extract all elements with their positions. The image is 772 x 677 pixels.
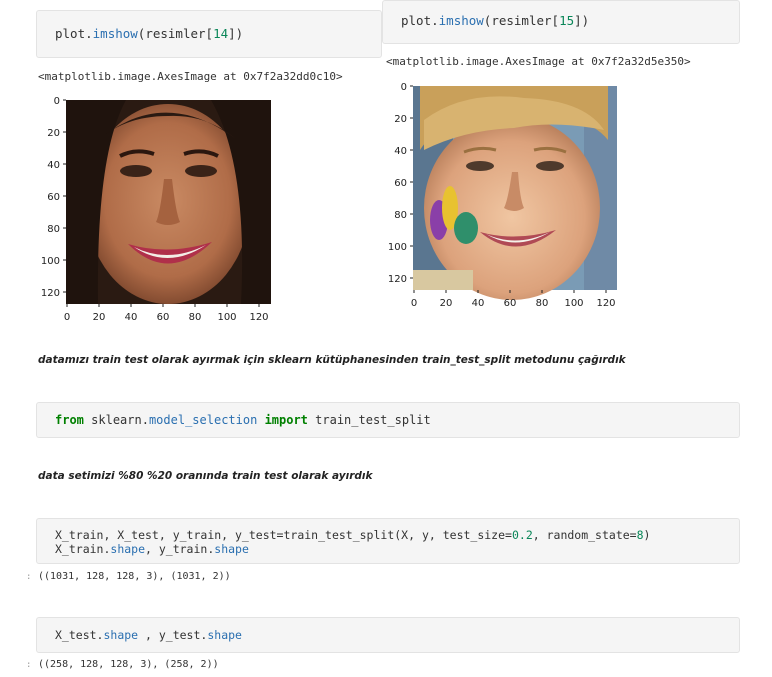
y-tick-label: 120 <box>41 288 60 299</box>
x-tick-label: 0 <box>64 312 70 323</box>
code-token: model_selection <box>148 413 258 427</box>
y-tick-label: 60 <box>47 192 60 203</box>
code-token: import <box>264 413 308 427</box>
code-line: X_test.shape , y_test.shape <box>55 628 242 642</box>
x-axis-left: 0 20 40 60 80 100 120 <box>64 304 269 323</box>
y-tick-label: 40 <box>394 146 407 157</box>
x-tick-label: 100 <box>564 298 583 309</box>
face-image-right <box>413 86 617 300</box>
code-token: resimler <box>491 13 552 28</box>
code-line: X_train.shape, y_train.shape <box>55 542 249 556</box>
x-tick-label: 40 <box>472 298 485 309</box>
output-gutter: : <box>26 660 32 670</box>
code-token: . <box>141 413 149 427</box>
x-tick-label: 0 <box>411 298 417 309</box>
code-token: , y_train. <box>145 542 215 556</box>
code-token: X_train. <box>55 542 111 556</box>
code-token: shape <box>110 542 146 556</box>
code-line: X_train, X_test, y_train, y_test=train_t… <box>55 528 650 542</box>
y-axis-right: 0 20 40 60 80 100 120 <box>388 82 413 285</box>
code-token: train_test_split <box>315 413 431 427</box>
y-tick-label: 20 <box>394 114 407 125</box>
output-gutter: : <box>26 572 32 582</box>
output-shape: ((258, 128, 128, 3), (258, 2)) <box>38 659 219 670</box>
x-tick-label: 120 <box>249 312 268 323</box>
x-tick-label: 60 <box>504 298 517 309</box>
y-tick-label: 100 <box>388 242 407 253</box>
code-token: shape <box>214 542 249 556</box>
code-token: ) <box>235 26 244 41</box>
code-token: sklearn <box>91 413 142 427</box>
code-cell-split[interactable]: X_train, X_test, y_train, y_test=train_t… <box>36 518 740 564</box>
x-tick-label: 80 <box>189 312 202 323</box>
y-tick-label: 80 <box>394 210 407 221</box>
code-line: plot.imshow(resimler[14]) <box>55 26 244 41</box>
y-tick-label: 40 <box>47 160 60 171</box>
x-tick-label: 20 <box>93 312 106 323</box>
markdown-text: data setimizi %80 %20 oranında train tes… <box>38 470 373 482</box>
code-cell-imshow-15[interactable]: plot.imshow(resimler[15]) <box>382 0 740 44</box>
x-tick-label: 40 <box>125 312 138 323</box>
code-token: 8 <box>636 528 644 542</box>
output-right: <matplotlib.image.AxesImage at 0x7f2a32d… <box>386 55 691 68</box>
y-tick-label: 100 <box>41 256 60 267</box>
x-tick-label: 100 <box>217 312 236 323</box>
y-tick-label: 80 <box>47 224 60 235</box>
code-line: from sklearn.model_selection import trai… <box>55 413 431 427</box>
code-token: resimler <box>145 26 206 41</box>
x-tick-label: 20 <box>440 298 453 309</box>
x-tick-label: 120 <box>596 298 615 309</box>
code-token: plot. <box>55 26 93 41</box>
code-token: 14 <box>213 26 229 41</box>
y-tick-label: 60 <box>394 178 407 189</box>
code-token: X_test. <box>55 628 104 642</box>
code-cell-imshow-14[interactable]: plot.imshow(resimler[14]) <box>36 10 382 58</box>
code-cell-shape[interactable]: X_test.shape , y_test.shape <box>36 617 740 653</box>
code-token: imshow <box>92 26 138 41</box>
code-token: , random_state= <box>532 528 637 542</box>
image-plot-left: 0 20 40 60 80 100 120 0 20 40 60 80 100 … <box>41 96 271 323</box>
markdown-text: datamızı train test olarak ayırmak için … <box>38 354 626 366</box>
output-left: <matplotlib.image.AxesImage at 0x7f2a32d… <box>38 70 343 83</box>
y-tick-label: 120 <box>388 274 407 285</box>
code-token: , y_test. <box>138 628 208 642</box>
y-tick-label: 0 <box>54 96 60 107</box>
image-plot-right: 0 20 40 60 80 100 120 0 20 40 60 80 100 … <box>388 82 617 309</box>
code-token: shape <box>207 628 242 642</box>
y-tick-label: 20 <box>47 128 60 139</box>
code-line: plot.imshow(resimler[15]) <box>401 13 590 28</box>
face-image-left <box>66 100 271 304</box>
code-token: 0.2 <box>511 528 533 542</box>
code-token: ) <box>581 13 590 28</box>
code-cell-import[interactable]: from sklearn.model_selection import trai… <box>36 402 740 438</box>
code-token: shape <box>103 628 139 642</box>
x-tick-label: 80 <box>536 298 549 309</box>
code-token: plot. <box>401 13 439 28</box>
code-token: imshow <box>438 13 484 28</box>
y-tick-label: 0 <box>401 82 407 93</box>
code-token: from <box>55 413 84 427</box>
output-split: ((1031, 128, 128, 3), (1031, 2)) <box>38 571 231 582</box>
x-tick-label: 60 <box>157 312 170 323</box>
code-token: X_train, X_test, y_train, y_test=train_t… <box>55 528 512 542</box>
code-token: ) <box>643 528 651 542</box>
y-axis-left: 0 20 40 60 80 100 120 <box>41 96 66 299</box>
code-token: 15 <box>559 13 575 28</box>
